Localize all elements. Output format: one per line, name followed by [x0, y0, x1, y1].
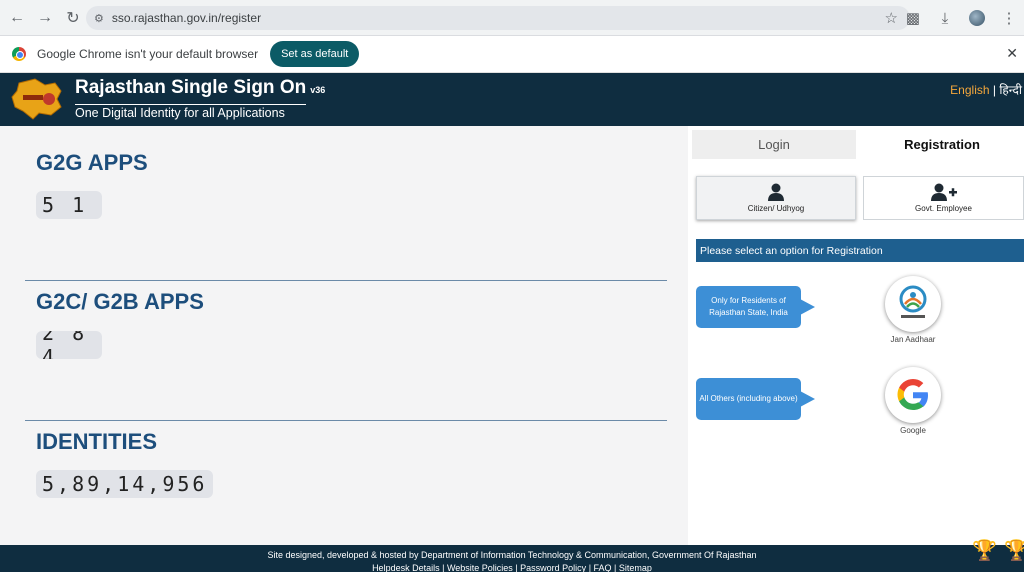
user-icon: [768, 183, 784, 201]
jan-aadhaar-label: Jan Aadhaar: [890, 335, 936, 344]
divider: [25, 280, 667, 281]
footer-credit: Site designed, developed & hosted by Dep…: [267, 550, 757, 560]
chrome-logo-icon: [12, 47, 26, 61]
google-label: Google: [900, 426, 926, 435]
g2g-apps-title: G2G APPS: [36, 150, 148, 175]
tab-registration[interactable]: Registration: [860, 130, 1024, 159]
site-info-icon[interactable]: ⚙: [94, 12, 104, 25]
govt-employee-button[interactable]: Govt. Employee: [863, 176, 1024, 220]
bookmark-star-icon[interactable]: ☆: [885, 9, 898, 27]
address-bar[interactable]: ⚙ sso.rajasthan.gov.in/register ☆: [86, 6, 910, 30]
close-icon[interactable]: ✕: [1006, 45, 1018, 62]
profile-avatar[interactable]: [966, 5, 988, 31]
residents-callout: Only for Residents of Rajasthan State, I…: [696, 286, 815, 328]
identities-counter: 5,89,14,956: [36, 470, 213, 498]
reload-icon[interactable]: ↻: [60, 5, 86, 31]
user-plus-icon: [930, 183, 957, 201]
g2c-apps-title: G2C/ G2B APPS: [36, 289, 204, 314]
divider: [25, 420, 667, 421]
registration-prompt: Please select an option for Registration: [696, 239, 1024, 262]
download-icon[interactable]: ⤓: [934, 5, 956, 31]
others-callout: All Others (including above): [696, 378, 815, 420]
back-icon[interactable]: ←: [4, 5, 30, 31]
site-title: Rajasthan Single Sign On v36: [75, 77, 326, 98]
google-g-icon: [897, 379, 928, 410]
set-default-button[interactable]: Set as default: [270, 41, 360, 67]
trophy-icon: 🏆: [1004, 540, 1024, 562]
govt-employee-label: Govt. Employee: [915, 204, 972, 213]
g2c-apps-counter: 2 8 4: [36, 331, 102, 359]
citizen-udhyog-label: Citizen/ Udhyog: [747, 204, 805, 213]
extensions-icon[interactable]: ▩: [902, 5, 924, 31]
footer-links: Helpdesk Details | Website Policies | Pa…: [372, 563, 652, 573]
browser-toolbar: ← → ↻ ⚙ sso.rajasthan.gov.in/register ☆ …: [0, 0, 1024, 36]
url-text[interactable]: sso.rajasthan.gov.in/register: [112, 11, 261, 25]
language-switcher: English | हिन्दी: [950, 81, 1022, 98]
site-header: Rajasthan Single Sign On v36 One Digital …: [0, 73, 1024, 126]
identities-title: IDENTITIES: [36, 429, 158, 454]
tab-login[interactable]: Login: [692, 130, 856, 159]
lang-separator: |: [989, 83, 1000, 97]
jan-aadhaar-button[interactable]: [885, 276, 941, 332]
trophy-icon: 🏆: [972, 540, 997, 562]
jan-aadhaar-logo-icon: [899, 285, 927, 318]
stats-panel: G2G APPS 5 1 G2C/ G2B APPS 2 8 4 IDENTIT…: [0, 126, 688, 545]
version-badge: v36: [310, 85, 326, 95]
rajasthan-map-logo: [11, 78, 62, 120]
registration-panel: Login Registration Citizen/ Udhyog Govt.…: [688, 126, 1024, 545]
google-signup-button[interactable]: [885, 367, 941, 423]
citizen-udhyog-button[interactable]: Citizen/ Udhyog: [696, 176, 856, 220]
lang-english-link[interactable]: English: [950, 83, 989, 97]
menu-icon[interactable]: ⋮: [998, 5, 1020, 31]
lang-hindi-link[interactable]: हिन्दी: [999, 83, 1022, 97]
infobar-message: Google Chrome isn't your default browser: [37, 47, 259, 61]
site-footer: Site designed, developed & hosted by Dep…: [0, 540, 1024, 573]
default-browser-infobar: Google Chrome isn't your default browser…: [0, 36, 1024, 73]
g2g-apps-counter: 5 1: [36, 191, 102, 219]
site-subtitle: One Digital Identity for all Application…: [75, 104, 306, 120]
forward-icon[interactable]: →: [32, 5, 58, 31]
